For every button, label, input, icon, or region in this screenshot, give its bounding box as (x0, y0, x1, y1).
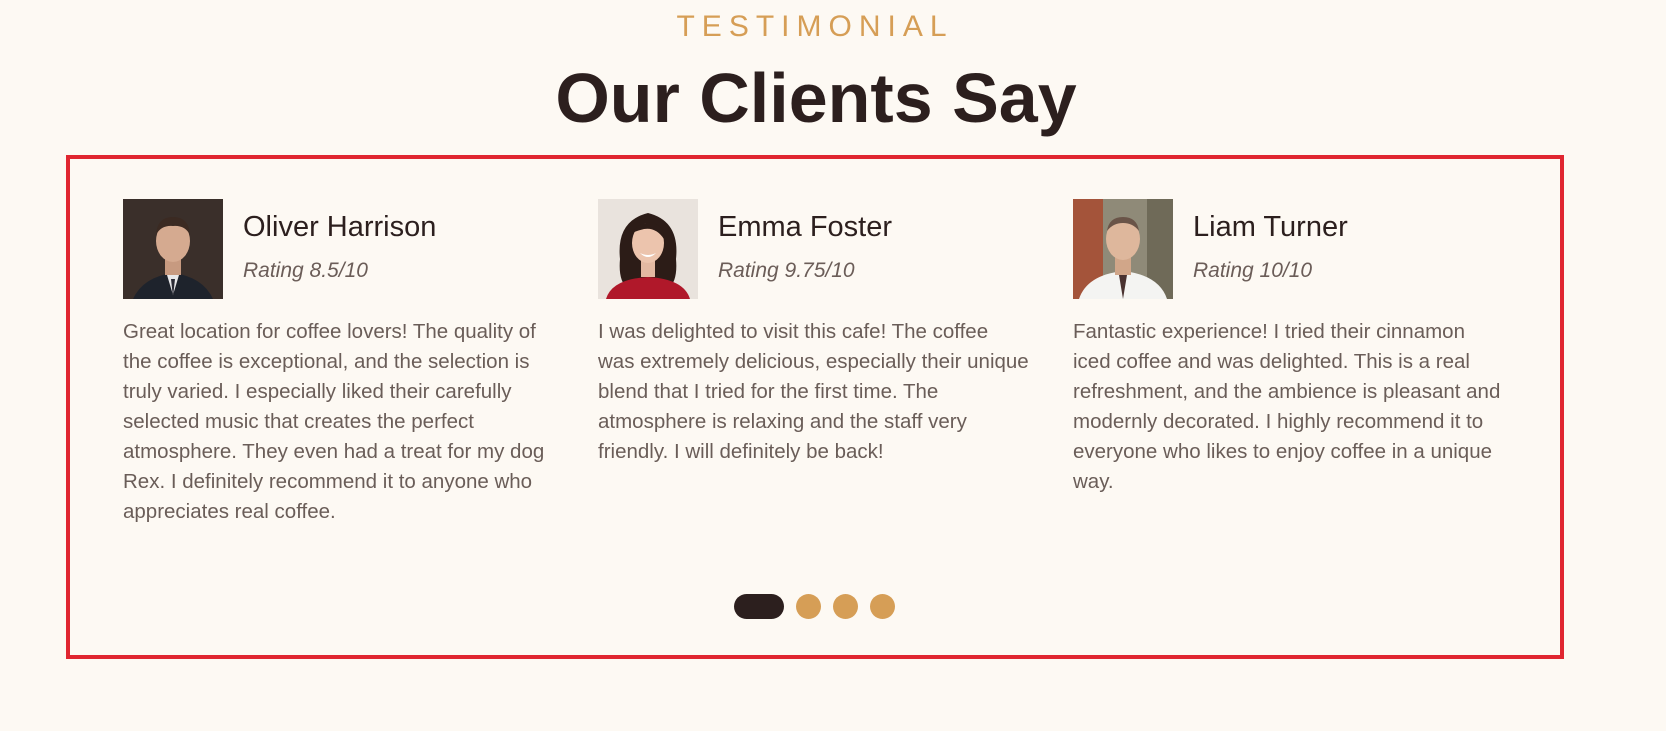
testimonial-text: Fantastic experience! I tried their cinn… (1073, 320, 1501, 493)
client-name: Emma Foster (718, 211, 893, 243)
testimonial-text: Great location for coffee lovers! The qu… (123, 320, 545, 523)
pagination-dot-1[interactable] (734, 593, 784, 619)
client-photo (123, 199, 223, 299)
carousel-pagination (734, 593, 907, 619)
client-rating: Rating 10/10 (1193, 259, 1313, 282)
pagination-dot-4[interactable] (870, 593, 895, 619)
client-rating: Rating 8.5/10 (243, 259, 368, 282)
pagination-dot-3[interactable] (833, 593, 858, 619)
client-photo (598, 199, 698, 299)
section-title: Our Clients Say (555, 59, 1077, 137)
client-photo (1073, 199, 1173, 299)
client-rating: Rating 9.75/10 (718, 259, 855, 282)
testimonial-text: I was delighted to visit this cafe! The … (598, 320, 1029, 463)
testimonial-carousel: Oliver Harrison Rating 8.5/10 Great loca… (66, 155, 1564, 659)
pagination-dot-2[interactable] (796, 593, 821, 619)
client-name: Liam Turner (1193, 211, 1348, 243)
section-eyebrow: TESTIMONIAL (676, 10, 954, 43)
client-name: Oliver Harrison (243, 211, 437, 243)
